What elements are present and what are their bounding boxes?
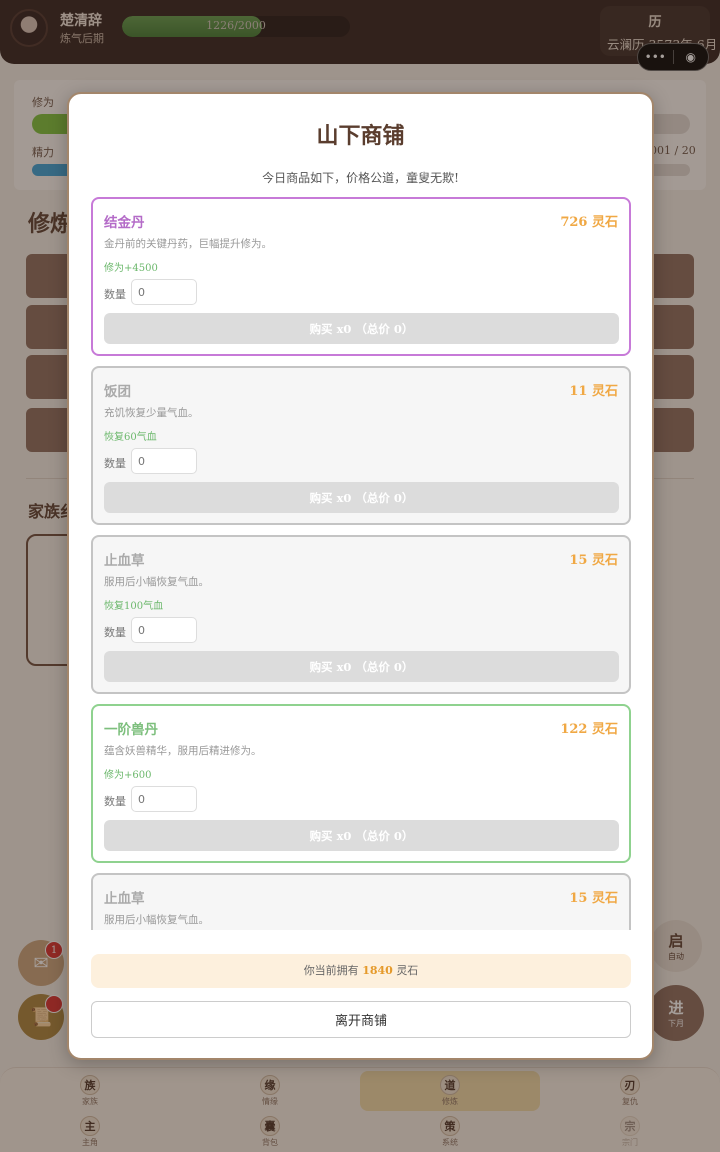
quantity-input[interactable] (131, 448, 197, 474)
item-name: 一阶兽丹 (104, 722, 158, 738)
shop-item: 一阶兽丹 122 灵石 蕴含妖兽精华，服用后精进修为。 修为+600 数量 购买… (91, 704, 631, 863)
item-effect: 修为+4500 (104, 263, 158, 274)
quantity-input[interactable] (131, 617, 197, 643)
shop-item: 饭团 11 灵石 充饥恢复少量气血。 恢复60气血 数量 购买 x0 （总价 0… (91, 366, 631, 525)
item-price: 122 灵石 (560, 722, 618, 737)
shop-item: 止血草 15 灵石 服用后小幅恢复气血。 恢复100气血 数量 购买 x0 （总… (91, 535, 631, 694)
item-effect: 修为+600 (104, 770, 152, 781)
shop-item: 结金丹 726 灵石 金丹前的关键丹药，巨幅提升修为。 修为+4500 数量 购… (91, 197, 631, 356)
shop-item: 止血草 15 灵石 服用后小幅恢复气血。 (91, 873, 631, 930)
quantity-label: 数量 (104, 288, 126, 301)
shop-item-list[interactable]: 结金丹 726 灵石 金丹前的关键丹药，巨幅提升修为。 修为+4500 数量 购… (89, 197, 634, 930)
item-name: 饭团 (104, 384, 131, 400)
shop-subtitle: 今日商品如下，价格公道，童叟无欺! (262, 171, 459, 185)
buy-button[interactable]: 购买 x0 （总价 0） (104, 651, 619, 682)
balance-prefix: 你当前拥有 (303, 964, 359, 977)
balance-bar: 你当前拥有 1840 灵石 (91, 954, 631, 988)
item-name: 结金丹 (104, 215, 145, 231)
quantity-label: 数量 (104, 795, 126, 808)
quantity-input[interactable] (131, 786, 197, 812)
quantity-input[interactable] (131, 279, 197, 305)
item-price: 15 灵石 (569, 891, 618, 906)
item-effect: 恢复100气血 (104, 601, 164, 612)
item-name: 止血草 (104, 891, 145, 907)
leave-shop-button[interactable]: 离开商铺 (91, 1001, 631, 1038)
quantity-label: 数量 (104, 457, 126, 470)
item-description: 金丹前的关键丹药，巨幅提升修为。 (104, 238, 272, 250)
item-description: 充饥恢复少量气血。 (104, 407, 199, 419)
shop-title: 山下商铺 (316, 123, 405, 149)
item-effect: 恢复60气血 (104, 432, 157, 443)
item-description: 服用后小幅恢复气血。 (104, 914, 209, 926)
quantity-label: 数量 (104, 626, 126, 639)
balance-suffix: 灵石 (396, 964, 419, 977)
buy-button[interactable]: 购买 x0 （总价 0） (104, 820, 619, 851)
item-price: 726 灵石 (560, 215, 618, 230)
item-name: 止血草 (104, 553, 145, 569)
item-price: 15 灵石 (569, 553, 618, 568)
item-price: 11 灵石 (569, 384, 618, 399)
buy-button[interactable]: 购买 x0 （总价 0） (104, 313, 619, 344)
item-description: 服用后小幅恢复气血。 (104, 576, 209, 588)
item-description: 蕴含妖兽精华，服用后精进修为。 (104, 745, 262, 757)
buy-button[interactable]: 购买 x0 （总价 0） (104, 482, 619, 513)
balance-amount: 1840 (362, 964, 393, 977)
shop-modal: 山下商铺 今日商品如下，价格公道，童叟无欺! 结金丹 726 灵石 金丹前的关键… (67, 92, 654, 1060)
